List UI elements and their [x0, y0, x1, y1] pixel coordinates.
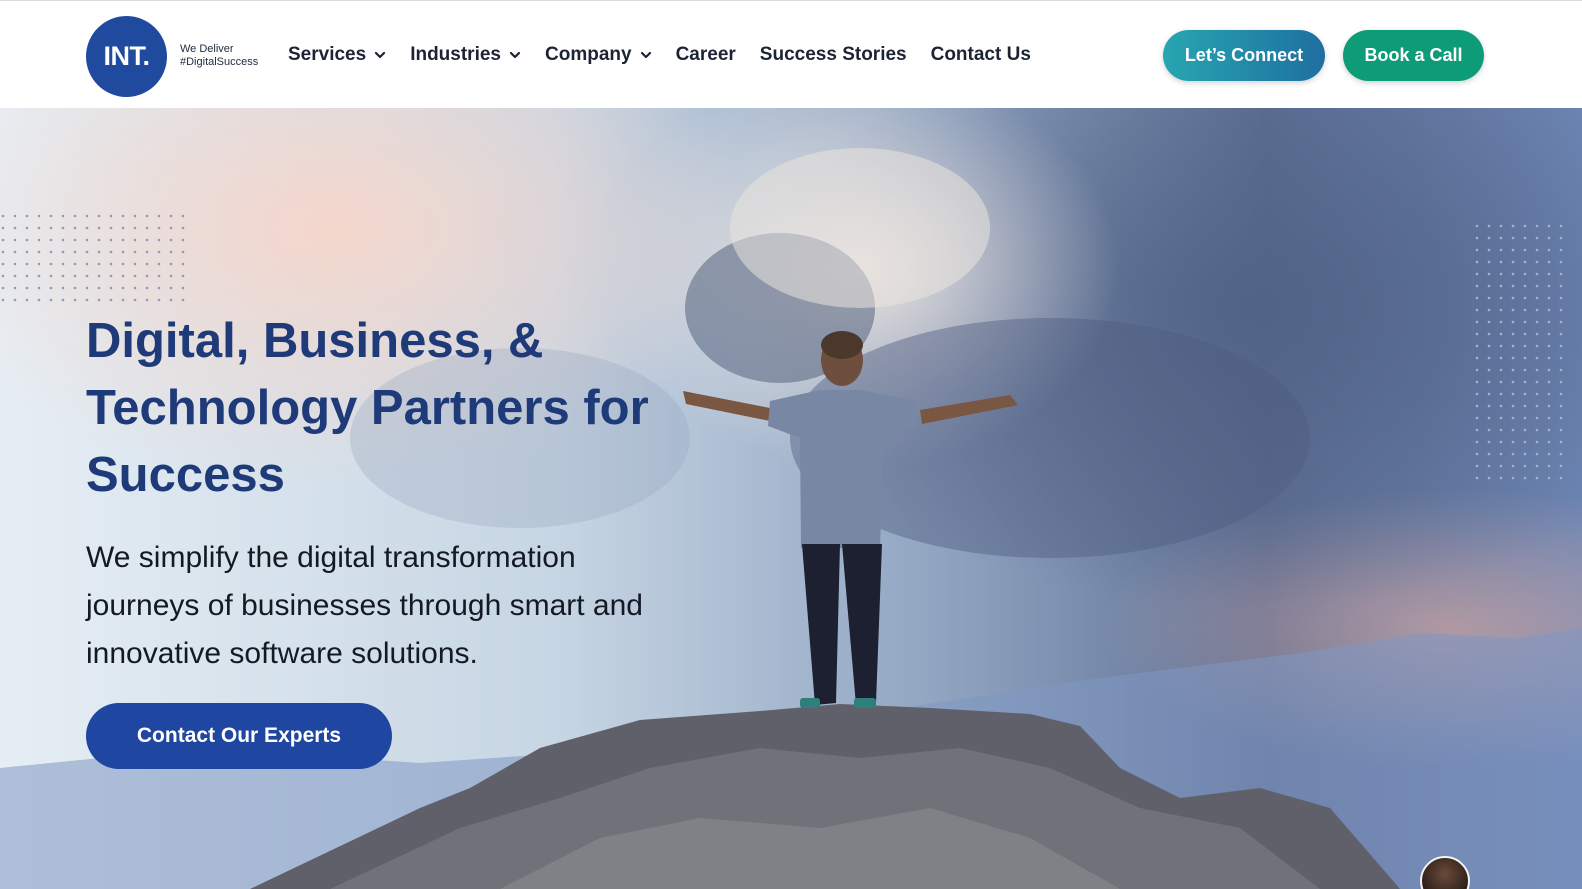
nav-item-label: Industries — [410, 44, 501, 65]
logo-mark: INT. — [86, 15, 167, 97]
nav-item-label: Company — [545, 44, 632, 65]
hero-title-line: Digital, Business, & — [86, 314, 544, 368]
logo-tagline-line2: #DigitalSuccess — [180, 56, 259, 68]
chevron-down-icon — [374, 49, 386, 61]
site-header: INT. We Deliver #DigitalSuccess Services… — [0, 0, 1582, 108]
nav-item-industries[interactable]: Industries — [410, 44, 521, 66]
hero-subtitle-line: We simplify the digital transformation — [86, 541, 576, 574]
nav-item-success-stories[interactable]: Success Stories — [760, 44, 907, 66]
hero-title-line: Success — [86, 448, 285, 502]
hero-subtitle-line: journeys of businesses through smart and — [86, 589, 643, 622]
nav-item-label: Success Stories — [759, 44, 907, 65]
chevron-down-icon — [640, 49, 652, 61]
nav-item-contact-us[interactable]: Contact Us — [931, 44, 1031, 66]
dot-pattern-decoration — [0, 213, 188, 309]
hero-section: Digital, Business, & Technology Partners… — [0, 108, 1582, 889]
nav-item-career[interactable]: Career — [676, 44, 736, 66]
main-nav: Services Industries Company Career Succe… — [288, 41, 1055, 69]
dot-pattern-decoration — [1474, 223, 1568, 481]
logo-mark-text: INT. — [103, 40, 150, 71]
nav-item-label: Contact Us — [930, 44, 1031, 65]
hero-title: Digital, Business, & Technology Partners… — [86, 308, 806, 509]
hero-subtitle: We simplify the digital transformation j… — [86, 534, 756, 678]
contact-our-experts-button[interactable]: Contact Our Experts — [86, 703, 392, 769]
nav-item-label: Services — [288, 44, 367, 65]
nav-item-label: Career — [675, 44, 736, 65]
hero-subtitle-line: innovative software solutions. — [86, 637, 478, 670]
logo-tagline: We Deliver #DigitalSuccess — [180, 43, 258, 69]
logo-tagline-line1: We Deliver — [180, 43, 234, 55]
nav-item-services[interactable]: Services — [288, 44, 386, 66]
nav-item-company[interactable]: Company — [545, 44, 652, 66]
hero-title-line: Technology Partners for — [86, 381, 649, 435]
logo[interactable]: INT. We Deliver #DigitalSuccess — [86, 15, 268, 97]
chevron-down-icon — [509, 49, 521, 61]
lets-connect-button[interactable]: Let’s Connect — [1163, 30, 1325, 81]
book-a-call-button[interactable]: Book a Call — [1343, 30, 1484, 81]
